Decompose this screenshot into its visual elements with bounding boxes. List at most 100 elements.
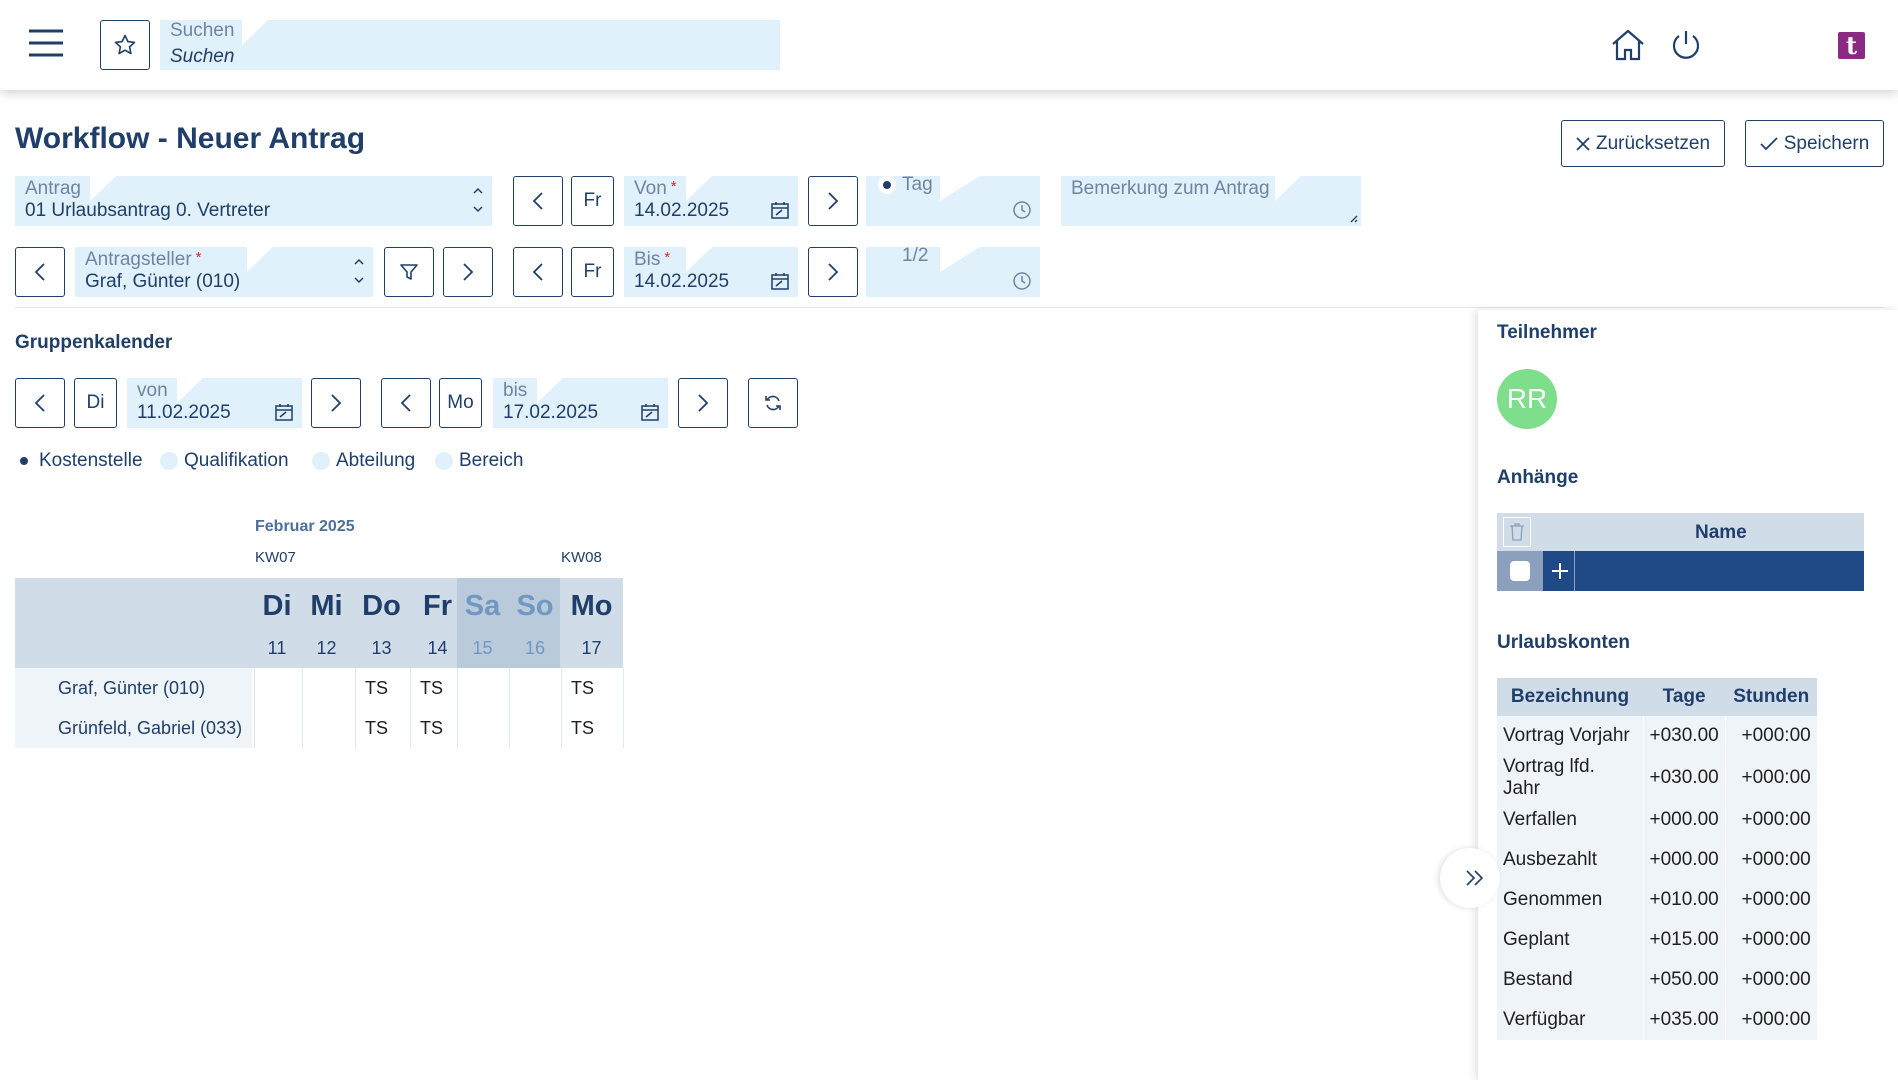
filter-label: Qualifikation [184,450,289,471]
kal-bis-next-button[interactable] [678,378,728,428]
tage-cell: +010.00 [1643,880,1726,920]
option-half-label: 1/2 [902,245,929,266]
antragsteller-select[interactable]: Antragsteller * Graf, Günter (010) [75,247,373,297]
antragsteller-next-button[interactable] [443,247,493,297]
bis-label: Bis * [634,249,671,270]
von-date-input[interactable]: Von * 14.02.2025 [624,176,798,226]
antragsteller-value: Graf, Günter (010) [85,271,241,292]
kal-von-date-input[interactable]: von 11.02.2025 [127,378,302,428]
select-all-checkbox[interactable] [1497,551,1543,591]
filter-label: Abteilung [336,450,416,471]
von-value: 14.02.2025 [634,200,730,221]
chevron-left-icon [400,394,411,412]
bis-date-input[interactable]: Bis * 14.02.2025 [624,247,798,297]
calendar-week: KW08 [561,549,602,566]
add-attachment-button[interactable] [1545,551,1575,591]
antragsteller-prev-button[interactable] [15,247,65,297]
von-next-button[interactable] [808,176,858,226]
antrag-select[interactable]: Antrag 01 Urlaubsantrag 0. Vertreter [15,176,492,226]
calendar-icon[interactable] [770,271,790,291]
bis-next-button[interactable] [808,247,858,297]
radio-dot [15,452,33,470]
select-arrows-icon [354,258,364,284]
search-input[interactable]: Suchen Suchen [160,20,780,70]
refresh-button[interactable] [748,378,798,428]
resize-handle-icon[interactable] [1348,213,1358,223]
bemerkung-input[interactable]: Bemerkung zum Antrag [1061,176,1361,226]
logo: t [1838,32,1865,59]
von-prev-button[interactable] [513,176,563,226]
option-half-radio[interactable]: 1/2 [878,245,928,267]
table-row: Verfügbar +035.00 +000:00 [1497,1000,1818,1040]
home-icon[interactable] [1608,25,1648,65]
avatar[interactable]: RR [1497,369,1557,429]
collapse-panel-button[interactable] [1440,848,1500,908]
kal-von-next-button[interactable] [311,378,361,428]
bezeichnung-cell: Vortrag Vorjahr [1497,716,1644,756]
chevron-right-icon [828,192,839,210]
reset-button[interactable]: Zurücksetzen [1561,120,1725,167]
filter-bereich-radio[interactable]: Bereich [435,450,523,472]
delete-attachment-button[interactable] [1503,517,1531,547]
calendar-cell[interactable]: TS [571,678,594,699]
kal-von-prev-button[interactable] [15,378,65,428]
filter-button[interactable] [384,247,434,297]
antrag-label: Antrag [25,178,81,199]
kal-bis-date-input[interactable]: bis 17.02.2025 [493,378,668,428]
star-icon [114,34,136,55]
gruppenkalender-title: Gruppenkalender [15,332,173,353]
bezeichnung-cell: Vortrag lfd. Jahr [1497,756,1644,800]
stunden-cell: +000:00 [1725,960,1818,1000]
calendar-cell[interactable]: TS [420,678,443,699]
clock-icon [1013,272,1031,290]
stunden-cell: +000:00 [1725,756,1818,800]
tage-cell: +000.00 [1643,840,1726,880]
urlaubskonten-title: Urlaubskonten [1497,632,1631,653]
power-icon[interactable] [1666,25,1706,65]
calendar-row-name[interactable]: Grünfeld, Gabriel (033) [58,718,242,739]
tage-cell: +030.00 [1643,756,1726,800]
plus-icon [1551,563,1568,579]
bis-prev-button[interactable] [513,247,563,297]
calendar-icon[interactable] [274,402,294,422]
filter-abteilung-radio[interactable]: Abteilung [312,450,415,472]
calendar-month: Februar 2025 [255,518,355,535]
tage-cell: +015.00 [1643,920,1726,960]
menu-icon[interactable] [26,26,66,60]
kal-bis-prev-button[interactable] [381,378,431,428]
calendar-day-name: Sa [464,590,501,622]
chevron-left-icon [532,263,543,281]
calendar-icon[interactable] [640,402,660,422]
calendar-day-name: So [516,590,554,622]
chevron-left-icon [532,192,543,210]
filter-label: Bereich [459,450,524,471]
calendar-day-name: Do [362,590,401,622]
option-tag-radio[interactable]: Tag [878,174,933,196]
filter-qualifikation-radio[interactable]: Qualifikation [160,450,289,472]
chevron-left-icon [34,263,45,281]
col-stunden: Stunden [1725,678,1818,716]
double-chevron-right-icon [1466,870,1484,886]
calendar-day-number: 15 [472,638,493,658]
calendar-cell[interactable]: TS [571,718,594,739]
filter-kostenstelle-radio[interactable]: Kostenstelle [15,450,143,472]
calendar-cell[interactable]: TS [365,678,388,699]
calendar-cell[interactable]: TS [365,718,388,739]
logo-letter: t [1845,31,1858,60]
filter-label: Kostenstelle [39,450,143,471]
bezeichnung-cell: Genommen [1497,880,1644,920]
save-button[interactable]: Speichern [1745,120,1884,167]
urlaubskonten-body: Vortrag Vorjahr +030.00 +000:00 Vortrag lfd… [1497,716,1818,1040]
calendar-row-name[interactable]: Graf, Günter (010) [58,678,205,699]
calendar-grid-line [457,668,458,748]
chevron-right-icon [828,263,839,281]
calendar-icon[interactable] [770,200,790,220]
search-label: Suchen [170,20,235,41]
table-row: Ausbezahlt +000.00 +000:00 [1497,840,1818,880]
kal-von-value: 11.02.2025 [137,402,231,423]
calendar-day-number: 14 [427,638,448,658]
calendar-cell[interactable]: TS [420,718,443,739]
table-row: Genommen +010.00 +000:00 [1497,880,1818,920]
favorites-button[interactable] [100,20,150,70]
calendar-grid-line [410,668,411,748]
